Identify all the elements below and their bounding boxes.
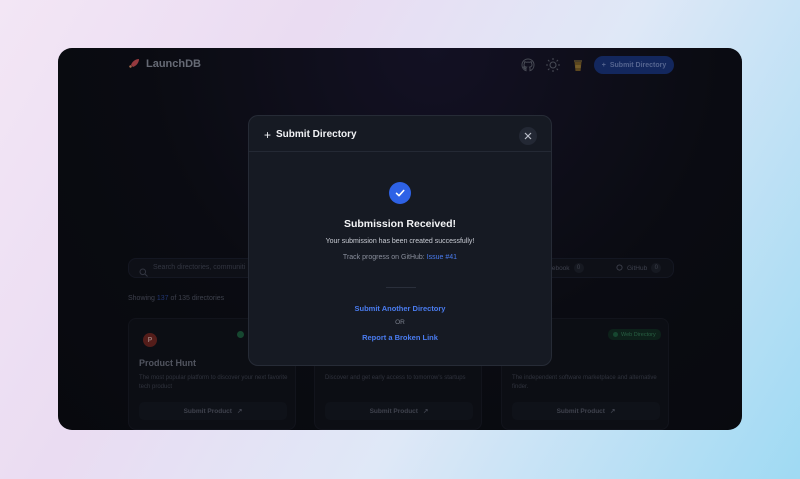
close-button[interactable] [519,127,537,145]
modal-title: + Submit Directory [264,127,357,142]
or-separator: OR [395,319,405,326]
submit-another-link[interactable]: Submit Another Directory [249,304,551,313]
success-check-icon [389,182,411,204]
github-issue-link[interactable]: Issue #41 [427,254,457,261]
plus-icon: + [264,127,272,142]
success-message: Your submission has been created success… [325,238,475,245]
divider [386,287,416,288]
app-window: LaunchDB + Submit Directory Search direc… [58,48,742,430]
track-progress-text: Track progress on GitHub: Issue #41 [342,254,458,261]
report-broken-link[interactable]: Report a Broken Link [249,333,551,342]
close-icon [524,132,532,140]
success-heading: Submission Received! [343,218,457,230]
submit-directory-modal: + Submit Directory Submission Received! … [248,115,552,366]
modal-header: + Submit Directory [249,116,551,152]
